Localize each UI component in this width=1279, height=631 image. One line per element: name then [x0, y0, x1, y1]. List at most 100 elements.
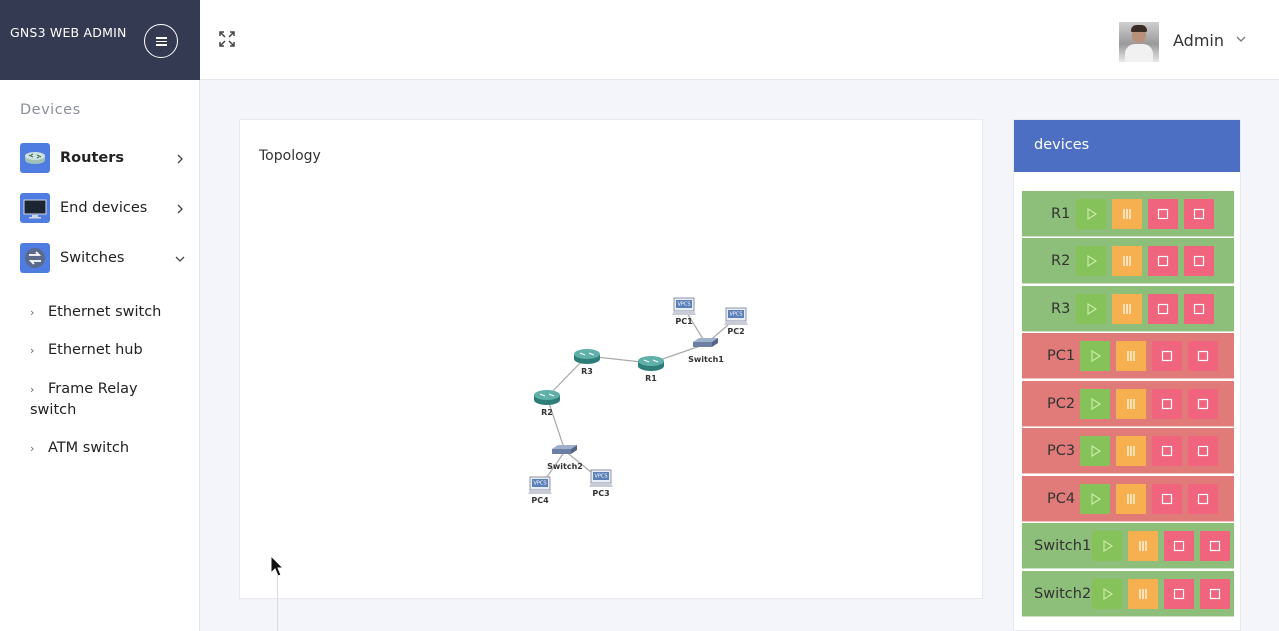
sidebar-heading: Devices: [20, 102, 81, 118]
suspend-button[interactable]: [1112, 199, 1142, 229]
stop-icon: [1161, 445, 1173, 457]
stop-icon: [1161, 493, 1173, 505]
play-button[interactable]: [1080, 389, 1110, 419]
app-title: GNS3 WEB ADMIN: [10, 25, 127, 40]
play-button[interactable]: [1076, 294, 1106, 324]
vpcs-badge: VPCS: [533, 481, 546, 487]
play-button[interactable]: [1080, 436, 1110, 466]
device-row-switch2: Switch2: [1022, 571, 1234, 617]
suspend-button[interactable]: [1116, 484, 1146, 514]
chevron-right-icon: ›: [30, 344, 35, 357]
topology-node-label: PC2: [727, 327, 744, 336]
topology-node-switch2[interactable]: Switch2: [547, 445, 583, 471]
reload-button[interactable]: [1200, 579, 1230, 609]
topology-node-label: R1: [645, 374, 657, 383]
device-row-r1: R1: [1022, 191, 1234, 237]
sidebar-subitem-atm-switch[interactable]: › ATM switch: [30, 438, 180, 459]
reload-button[interactable]: [1188, 436, 1218, 466]
reload-icon: [1197, 445, 1209, 457]
topology-node-label: Switch2: [547, 462, 583, 471]
suspend-button[interactable]: [1116, 436, 1146, 466]
stop-icon: [1173, 540, 1185, 552]
suspend-button[interactable]: [1128, 531, 1158, 561]
play-button[interactable]: [1076, 246, 1106, 276]
stop-button[interactable]: [1148, 294, 1178, 324]
sidebar-subitem-frame-relay-switch[interactable]: › Frame Relay switch: [30, 379, 140, 421]
avatar-body: [1125, 44, 1153, 62]
play-button[interactable]: [1092, 579, 1122, 609]
reload-button[interactable]: [1188, 341, 1218, 371]
user-name[interactable]: Admin: [1173, 31, 1224, 50]
chevron-down-icon: [175, 256, 185, 262]
vpcs-badge: VPCS: [729, 312, 742, 318]
play-icon: [1091, 444, 1102, 458]
device-name: PC2: [1047, 396, 1076, 412]
topology-diagram[interactable]: R1 R2 R3 Switch1 Switch2 VPCS PC1 VPCS PC2 VPCS PC…: [240, 120, 984, 600]
device-name: Switch2: [1034, 586, 1092, 602]
suspend-icon: [1139, 541, 1147, 551]
suspend-button[interactable]: [1116, 389, 1146, 419]
play-button[interactable]: [1076, 199, 1106, 229]
stop-button[interactable]: [1164, 579, 1194, 609]
topology-node-r1[interactable]: R1: [638, 356, 664, 383]
device-name: Switch1: [1034, 538, 1092, 554]
reload-icon: [1197, 493, 1209, 505]
stop-icon: [1157, 303, 1169, 315]
sidebar-item-label: End devices: [60, 200, 148, 216]
play-button[interactable]: [1092, 531, 1122, 561]
reload-button[interactable]: [1184, 199, 1214, 229]
play-icon: [1087, 254, 1098, 268]
stop-button[interactable]: [1152, 484, 1182, 514]
suspend-button[interactable]: [1128, 579, 1158, 609]
topology-node-pc3[interactable]: VPCS PC3: [589, 469, 613, 498]
sidebar-subitem-ethernet-switch[interactable]: › Ethernet switch: [30, 302, 180, 323]
stop-icon: [1173, 588, 1185, 600]
suspend-button[interactable]: [1112, 294, 1142, 324]
avatar[interactable]: [1119, 22, 1159, 62]
router-icon: [20, 143, 50, 173]
stop-button[interactable]: [1152, 341, 1182, 371]
topology-node-label: PC4: [531, 496, 549, 505]
play-button[interactable]: [1080, 484, 1110, 514]
device-name: R1: [1051, 206, 1071, 222]
reload-button[interactable]: [1188, 484, 1218, 514]
play-button[interactable]: [1080, 341, 1110, 371]
sidebar-subitem-ethernet-hub[interactable]: › Ethernet hub: [30, 340, 180, 361]
menu-toggle-button[interactable]: [144, 24, 178, 58]
stop-button[interactable]: [1148, 199, 1178, 229]
reload-button[interactable]: [1200, 531, 1230, 561]
stop-button[interactable]: [1152, 389, 1182, 419]
mouse-cursor-icon: [270, 555, 284, 577]
stop-button[interactable]: [1164, 531, 1194, 561]
fullscreen-icon[interactable]: [219, 31, 235, 47]
stop-button[interactable]: [1148, 246, 1178, 276]
suspend-icon: [1139, 589, 1147, 599]
reload-button[interactable]: [1184, 246, 1214, 276]
chevron-right-icon: [177, 154, 183, 164]
stop-icon: [1157, 208, 1169, 220]
suspend-button[interactable]: [1116, 341, 1146, 371]
topology-node-r3[interactable]: R3: [574, 349, 600, 376]
sidebar-item-routers[interactable]: Routers: [20, 143, 190, 175]
sidebar-item-end-devices[interactable]: End devices: [20, 193, 190, 225]
reload-button[interactable]: [1184, 294, 1214, 324]
suspend-button[interactable]: [1112, 246, 1142, 276]
reload-button[interactable]: [1188, 389, 1218, 419]
topology-node-r2[interactable]: R2: [534, 390, 560, 417]
sidebar-item-switches[interactable]: Switches: [20, 243, 190, 275]
menu-icon-bar: [156, 37, 167, 39]
topology-node-pc1[interactable]: VPCS PC1: [672, 297, 696, 326]
topology-node-pc2[interactable]: VPCS PC2: [724, 307, 748, 336]
subitem-label: Ethernet hub: [48, 342, 143, 358]
sidebar-item-label: Routers: [60, 150, 124, 166]
topology-node-pc4[interactable]: VPCS PC4: [528, 476, 552, 505]
stop-button[interactable]: [1152, 436, 1182, 466]
chevron-right-icon: ›: [30, 383, 35, 396]
topology-link: [546, 396, 566, 452]
topology-card: Topology R1 R2 R3 Switch1 Switch2 VPCS PC1 VPCS…: [239, 119, 983, 599]
vpcs-badge: VPCS: [594, 474, 607, 480]
divider: [277, 575, 278, 631]
sidebar-item-label: Switches: [60, 250, 125, 266]
chevron-down-icon[interactable]: [1235, 33, 1247, 45]
topology-node-switch1[interactable]: Switch1: [688, 338, 724, 364]
